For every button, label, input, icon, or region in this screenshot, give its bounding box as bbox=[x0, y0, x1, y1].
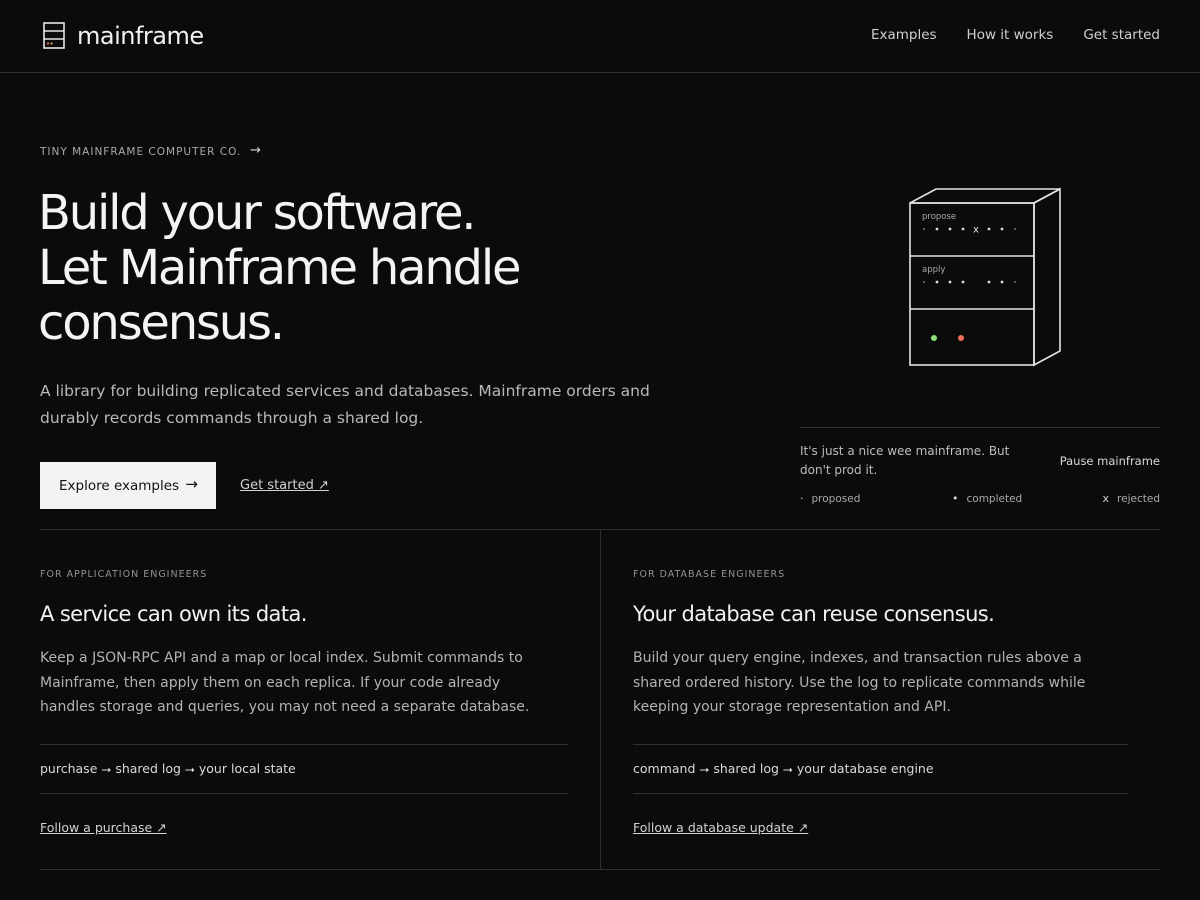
site-header: mainframe Examples How it works Get star… bbox=[0, 0, 1200, 73]
card-divider bbox=[40, 744, 568, 745]
card-body: Keep a JSON-RPC API and a map or local i… bbox=[40, 650, 530, 715]
apply-row-label: apply bbox=[922, 265, 945, 275]
svg-text:x: x bbox=[973, 225, 979, 236]
arrow-right-icon: → bbox=[185, 475, 198, 493]
green-status-light-icon bbox=[931, 335, 937, 341]
card-title: A service can own its data. bbox=[40, 602, 307, 626]
card-eyebrow: FOR APPLICATION ENGINEERS bbox=[40, 569, 208, 580]
eyebrow-arrow-icon[interactable]: → bbox=[250, 143, 261, 158]
main-nav: Examples How it works Get started bbox=[871, 27, 1160, 43]
propose-row-label: propose bbox=[922, 212, 956, 222]
nav-examples[interactable]: Examples bbox=[871, 27, 937, 43]
legend-rejected-label: rejected bbox=[1117, 492, 1160, 505]
mainframe-illustration[interactable]: propose apply x bbox=[900, 180, 1070, 372]
machine-legend: · proposed • completed x rejected bbox=[800, 492, 1160, 508]
explore-examples-label: Explore examples bbox=[59, 477, 180, 494]
red-status-light-icon bbox=[958, 335, 964, 341]
card-divider bbox=[633, 744, 1128, 745]
hero-title: Build your software. Let Mainframe handl… bbox=[38, 186, 678, 351]
hero-title-line-1: Build your software. bbox=[38, 185, 477, 241]
card-divider bbox=[40, 793, 568, 794]
explore-examples-button[interactable]: Explore examples → bbox=[40, 462, 216, 509]
card-body: Build your query engine, indexes, and tr… bbox=[633, 650, 1086, 715]
legend-completed-label: completed bbox=[966, 492, 1023, 505]
completed-dot-icon: • bbox=[952, 492, 959, 505]
section-column-divider bbox=[600, 529, 601, 869]
propose-log-marks: x bbox=[923, 225, 1016, 236]
caption-divider bbox=[800, 427, 1160, 428]
legend-completed: • completed bbox=[952, 492, 1022, 505]
get-started-link[interactable]: Get started ↗ bbox=[240, 478, 329, 493]
card-flow: purchase ⭢ shared log ⭢ your local state bbox=[40, 761, 296, 776]
apply-log-marks bbox=[923, 280, 1016, 284]
section-bottom-divider bbox=[40, 869, 1160, 870]
legend-rejected: x rejected bbox=[1103, 492, 1160, 505]
hero-title-line-2: Let Mainframe handle bbox=[38, 240, 521, 296]
nav-get-started[interactable]: Get started bbox=[1083, 27, 1160, 43]
follow-purchase-link[interactable]: Follow a purchase ↗ bbox=[40, 820, 167, 835]
card-eyebrow: FOR DATABASE ENGINEERS bbox=[633, 569, 786, 580]
hero-eyebrow[interactable]: TINY MAINFRAME COMPUTER CO. bbox=[40, 146, 241, 158]
machine-caption: It's just a nice wee mainframe. But don'… bbox=[800, 444, 1010, 477]
hero-title-line-3: consensus. bbox=[38, 295, 285, 351]
card-flow: command ⭢ shared log ⭢ your database eng… bbox=[633, 761, 934, 776]
pause-mainframe-button[interactable]: Pause mainframe bbox=[1060, 454, 1160, 468]
proposed-dot-icon: · bbox=[800, 492, 804, 505]
hero-subtitle: A library for building replicated servic… bbox=[40, 382, 650, 427]
card-title: Your database can reuse consensus. bbox=[633, 602, 995, 626]
legend-proposed-label: proposed bbox=[811, 492, 861, 505]
card-divider bbox=[633, 793, 1128, 794]
rejected-x-icon: x bbox=[1102, 492, 1110, 505]
nav-how-it-works[interactable]: How it works bbox=[967, 27, 1054, 43]
brand-logo[interactable]: mainframe bbox=[43, 22, 204, 50]
mainframe-logo-icon bbox=[43, 22, 65, 49]
legend-proposed: · proposed bbox=[800, 492, 860, 505]
brand-name: mainframe bbox=[77, 22, 204, 50]
follow-database-update-link[interactable]: Follow a database update ↗ bbox=[633, 820, 808, 835]
